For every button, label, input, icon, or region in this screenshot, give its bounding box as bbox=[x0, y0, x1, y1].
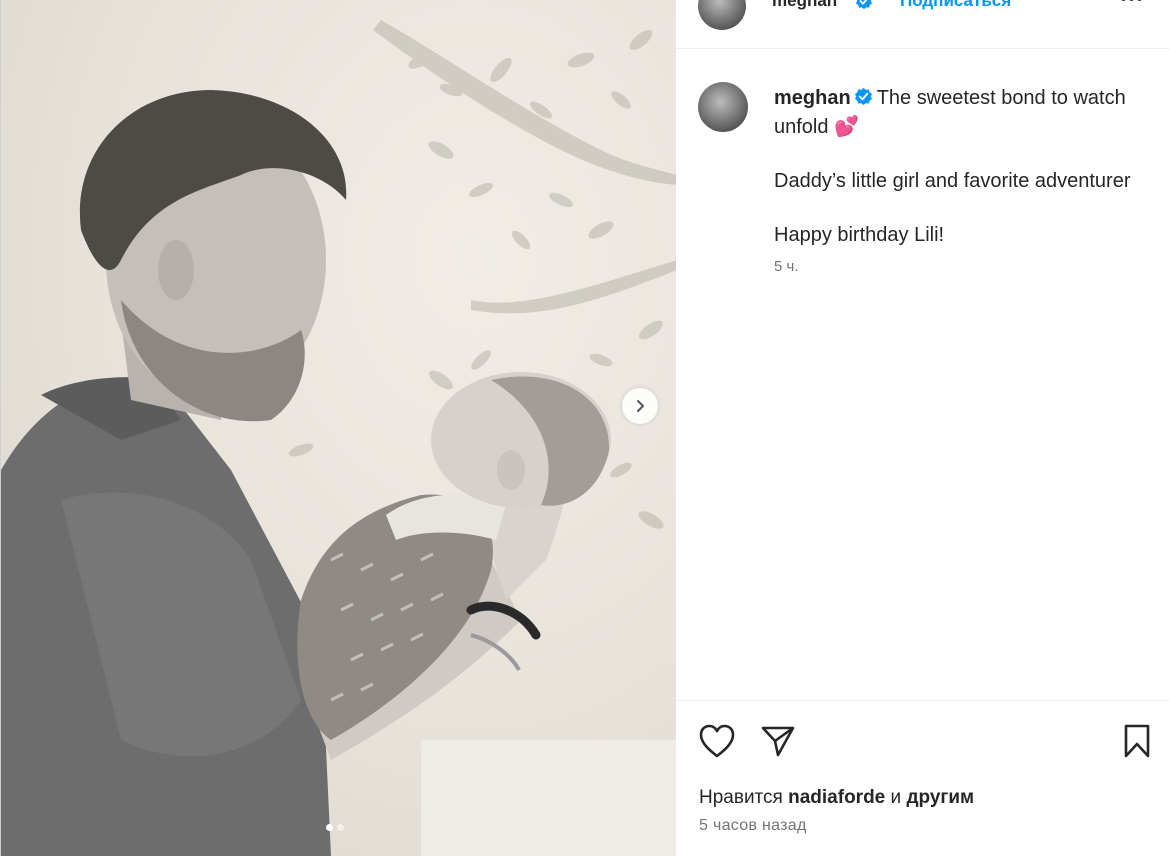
caption-username[interactable]: meghan bbox=[774, 87, 851, 109]
paper-plane-icon[interactable] bbox=[760, 723, 796, 764]
heart-icon[interactable] bbox=[698, 723, 736, 764]
caption-line-3: Happy birthday Lili! bbox=[774, 224, 945, 246]
post-actions: Нравится nadiaforde и другим 5 часов наз… bbox=[676, 700, 1169, 846]
caption-line-2: Daddy’s little girl and favorite adventu… bbox=[774, 170, 1131, 192]
more-options-icon[interactable]: ••• bbox=[1120, 0, 1144, 11]
instagram-post-viewer: meghan Подписаться ••• meghanThe sweetes… bbox=[0, 0, 1169, 856]
post-media[interactable] bbox=[0, 0, 677, 856]
verified-badge-icon bbox=[854, 87, 873, 114]
heart-emoji: 💕 bbox=[834, 116, 859, 138]
verified-badge-icon bbox=[855, 0, 873, 15]
liker-username[interactable]: nadiaforde bbox=[788, 787, 885, 808]
caption-timestamp: 5 ч. bbox=[774, 258, 799, 275]
carousel-dot bbox=[337, 824, 344, 831]
likes-prefix: Нравится bbox=[699, 787, 783, 808]
likes-others-link[interactable]: другим bbox=[906, 787, 974, 808]
carousel-dot-active bbox=[326, 824, 333, 831]
avatar[interactable] bbox=[698, 0, 746, 30]
post-header: meghan Подписаться ••• bbox=[676, 0, 1169, 49]
likes-summary: Нравится nadiaforde и другим bbox=[699, 787, 974, 809]
avatar[interactable] bbox=[698, 82, 748, 132]
next-slide-button[interactable] bbox=[622, 388, 658, 424]
likes-conjunction: и bbox=[890, 787, 902, 808]
post-timestamp: 5 часов назад bbox=[699, 817, 807, 834]
follow-button[interactable]: Подписаться bbox=[900, 0, 1011, 11]
carousel-indicator bbox=[326, 824, 344, 831]
bookmark-icon[interactable] bbox=[1122, 723, 1152, 764]
header-username[interactable]: meghan bbox=[772, 0, 837, 11]
post-photo bbox=[1, 20, 677, 856]
post-caption: meghan The sweetest bond to watch unfold … bbox=[774, 85, 1159, 249]
post-side-panel: meghan Подписаться ••• meghanThe sweetes… bbox=[676, 0, 1169, 856]
chevron-right-icon bbox=[637, 400, 644, 412]
